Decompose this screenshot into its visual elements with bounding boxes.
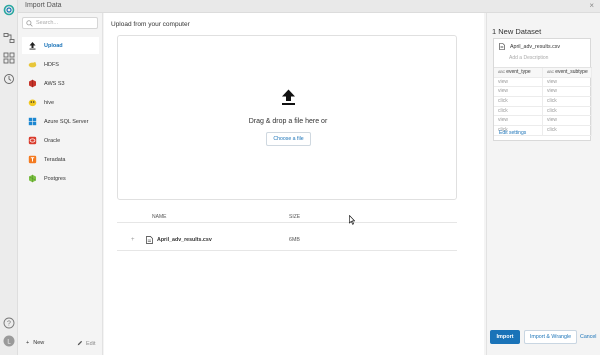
source-item-upload[interactable]: Upload — [22, 37, 99, 54]
logo-icon[interactable] — [3, 4, 15, 16]
edit-settings-link[interactable]: Edit settings — [499, 130, 526, 136]
preview-row: click click — [494, 106, 592, 117]
dataset-file: April_adv_results.csv — [499, 43, 560, 50]
dataset-card: April_adv_results.csv Add a Description … — [493, 38, 592, 141]
flows-icon[interactable] — [3, 32, 15, 44]
source-item-azure-sql[interactable]: Azure SQL Server — [22, 113, 99, 130]
import-data-app: ? L Import Data × Search... Upload HDFS … — [0, 0, 600, 355]
new-label: New — [33, 340, 45, 346]
preview-cell: click — [494, 106, 543, 116]
preview-cell: view — [543, 116, 592, 126]
search-placeholder: Search... — [36, 20, 59, 26]
file-dropzone[interactable]: Drag & drop a file here or Choose a file — [117, 35, 457, 200]
azure-icon — [28, 117, 37, 126]
string-type-icon: ABC — [547, 70, 555, 74]
preview-row: view view — [494, 77, 592, 88]
expand-icon[interactable]: + — [131, 237, 135, 243]
user-avatar-icon[interactable]: L — [3, 335, 15, 347]
source-item-teradata[interactable]: Teradata — [22, 151, 99, 168]
table-row[interactable]: + April_adv_results.csv 6MB — [117, 231, 457, 251]
close-icon[interactable]: × — [589, 1, 594, 10]
edit-label: Edit — [86, 341, 96, 347]
source-item-aws-s3[interactable]: AWS S3 — [22, 75, 99, 92]
choose-file-button[interactable]: Choose a file — [266, 132, 311, 146]
left-rail: ? L — [0, 0, 18, 355]
preview-header-row: ABCevent_type ABCevent_subtype — [494, 68, 592, 78]
file-icon — [499, 43, 505, 50]
preview-column-header: ABCevent_subtype — [543, 68, 592, 77]
preview-row: view view — [494, 87, 592, 98]
source-item-label: Upload — [44, 42, 63, 49]
source-item-label: HDFS — [44, 61, 59, 68]
edit-sources-button[interactable]: Edit — [77, 340, 95, 347]
hive-icon — [28, 98, 37, 107]
new-source-button[interactable]: + New — [26, 340, 44, 346]
hdfs-icon — [28, 60, 37, 69]
preview-cell: click — [543, 106, 592, 116]
column-name: event_subtype — [555, 69, 588, 75]
import-and-wrangle-button[interactable]: Import & Wrangle — [524, 330, 577, 344]
file-size: 6MB — [289, 237, 300, 243]
upload-arrow-icon — [282, 89, 295, 105]
source-item-label: AWS S3 — [44, 80, 65, 87]
data-preview-grid: ABCevent_type ABCevent_subtype view view … — [494, 67, 592, 136]
jobs-icon[interactable] — [3, 73, 15, 85]
source-list-actions: + New Edit — [18, 338, 103, 350]
source-item-label: hive — [44, 99, 55, 106]
upload-panel: Upload from your computer Drag & drop a … — [104, 13, 484, 355]
description-input[interactable]: Add a Description — [509, 55, 548, 61]
string-type-icon: ABC — [498, 70, 506, 74]
column-header-size: SIZE — [289, 214, 301, 220]
search-input[interactable]: Search... — [22, 17, 98, 29]
upload-icon — [28, 41, 37, 50]
source-item-label: Postgres — [44, 175, 66, 182]
preview-column-header: ABCevent_type — [494, 68, 543, 77]
dataset-file-name: April_adv_results.csv — [510, 43, 561, 50]
source-list: Search... Upload HDFS AWS S3 hive Azure … — [18, 13, 103, 355]
plus-icon: + — [26, 340, 30, 346]
mouse-cursor-icon — [349, 215, 355, 225]
source-item-label: Azure SQL Server — [44, 118, 89, 125]
preview-cell: view — [494, 116, 543, 126]
window-title: Import Data — [25, 2, 62, 9]
teradata-icon — [28, 155, 37, 164]
aws-s3-icon — [28, 79, 37, 88]
cancel-button[interactable]: Cancel — [580, 334, 597, 340]
source-item-label: Teradata — [44, 156, 66, 163]
import-button[interactable]: Import — [490, 330, 520, 344]
file-name: April_adv_results.csv — [157, 237, 212, 243]
source-item-hive[interactable]: hive — [22, 94, 99, 111]
pencil-icon — [77, 340, 83, 346]
postgres-icon — [28, 174, 37, 183]
oracle-icon — [28, 136, 37, 145]
preview-cell: click — [543, 126, 592, 135]
dataset-count-title: 1 New Dataset — [492, 27, 542, 36]
help-glyph: ? — [7, 321, 11, 328]
title-bar: Import Data × — [18, 0, 600, 13]
preview-cell: view — [543, 87, 592, 97]
source-item-oracle[interactable]: Oracle — [22, 132, 99, 149]
column-header-name: NAME — [152, 214, 167, 220]
search-icon — [26, 20, 33, 27]
library-icon[interactable] — [3, 52, 15, 64]
file-icon — [146, 236, 153, 244]
column-name: event_type — [506, 69, 531, 75]
source-item-label: Oracle — [44, 137, 61, 144]
preview-row: view view — [494, 116, 592, 127]
table-header: NAME SIZE — [117, 209, 457, 223]
new-dataset-panel: 1 New Dataset April_adv_results.csv Add … — [486, 13, 600, 355]
help-icon[interactable]: ? — [3, 317, 15, 329]
drop-text: Drag & drop a file here or — [248, 118, 328, 125]
source-item-postgres[interactable]: Postgres — [22, 170, 99, 187]
preview-cell: view — [543, 77, 592, 87]
preview-cell: click — [543, 97, 592, 106]
source-item-hdfs[interactable]: HDFS — [22, 56, 99, 73]
preview-cell: click — [494, 97, 543, 106]
preview-row: click click — [494, 97, 592, 107]
upload-title: Upload from your computer — [111, 21, 190, 28]
preview-cell: view — [494, 77, 543, 87]
preview-cell: view — [494, 87, 543, 97]
